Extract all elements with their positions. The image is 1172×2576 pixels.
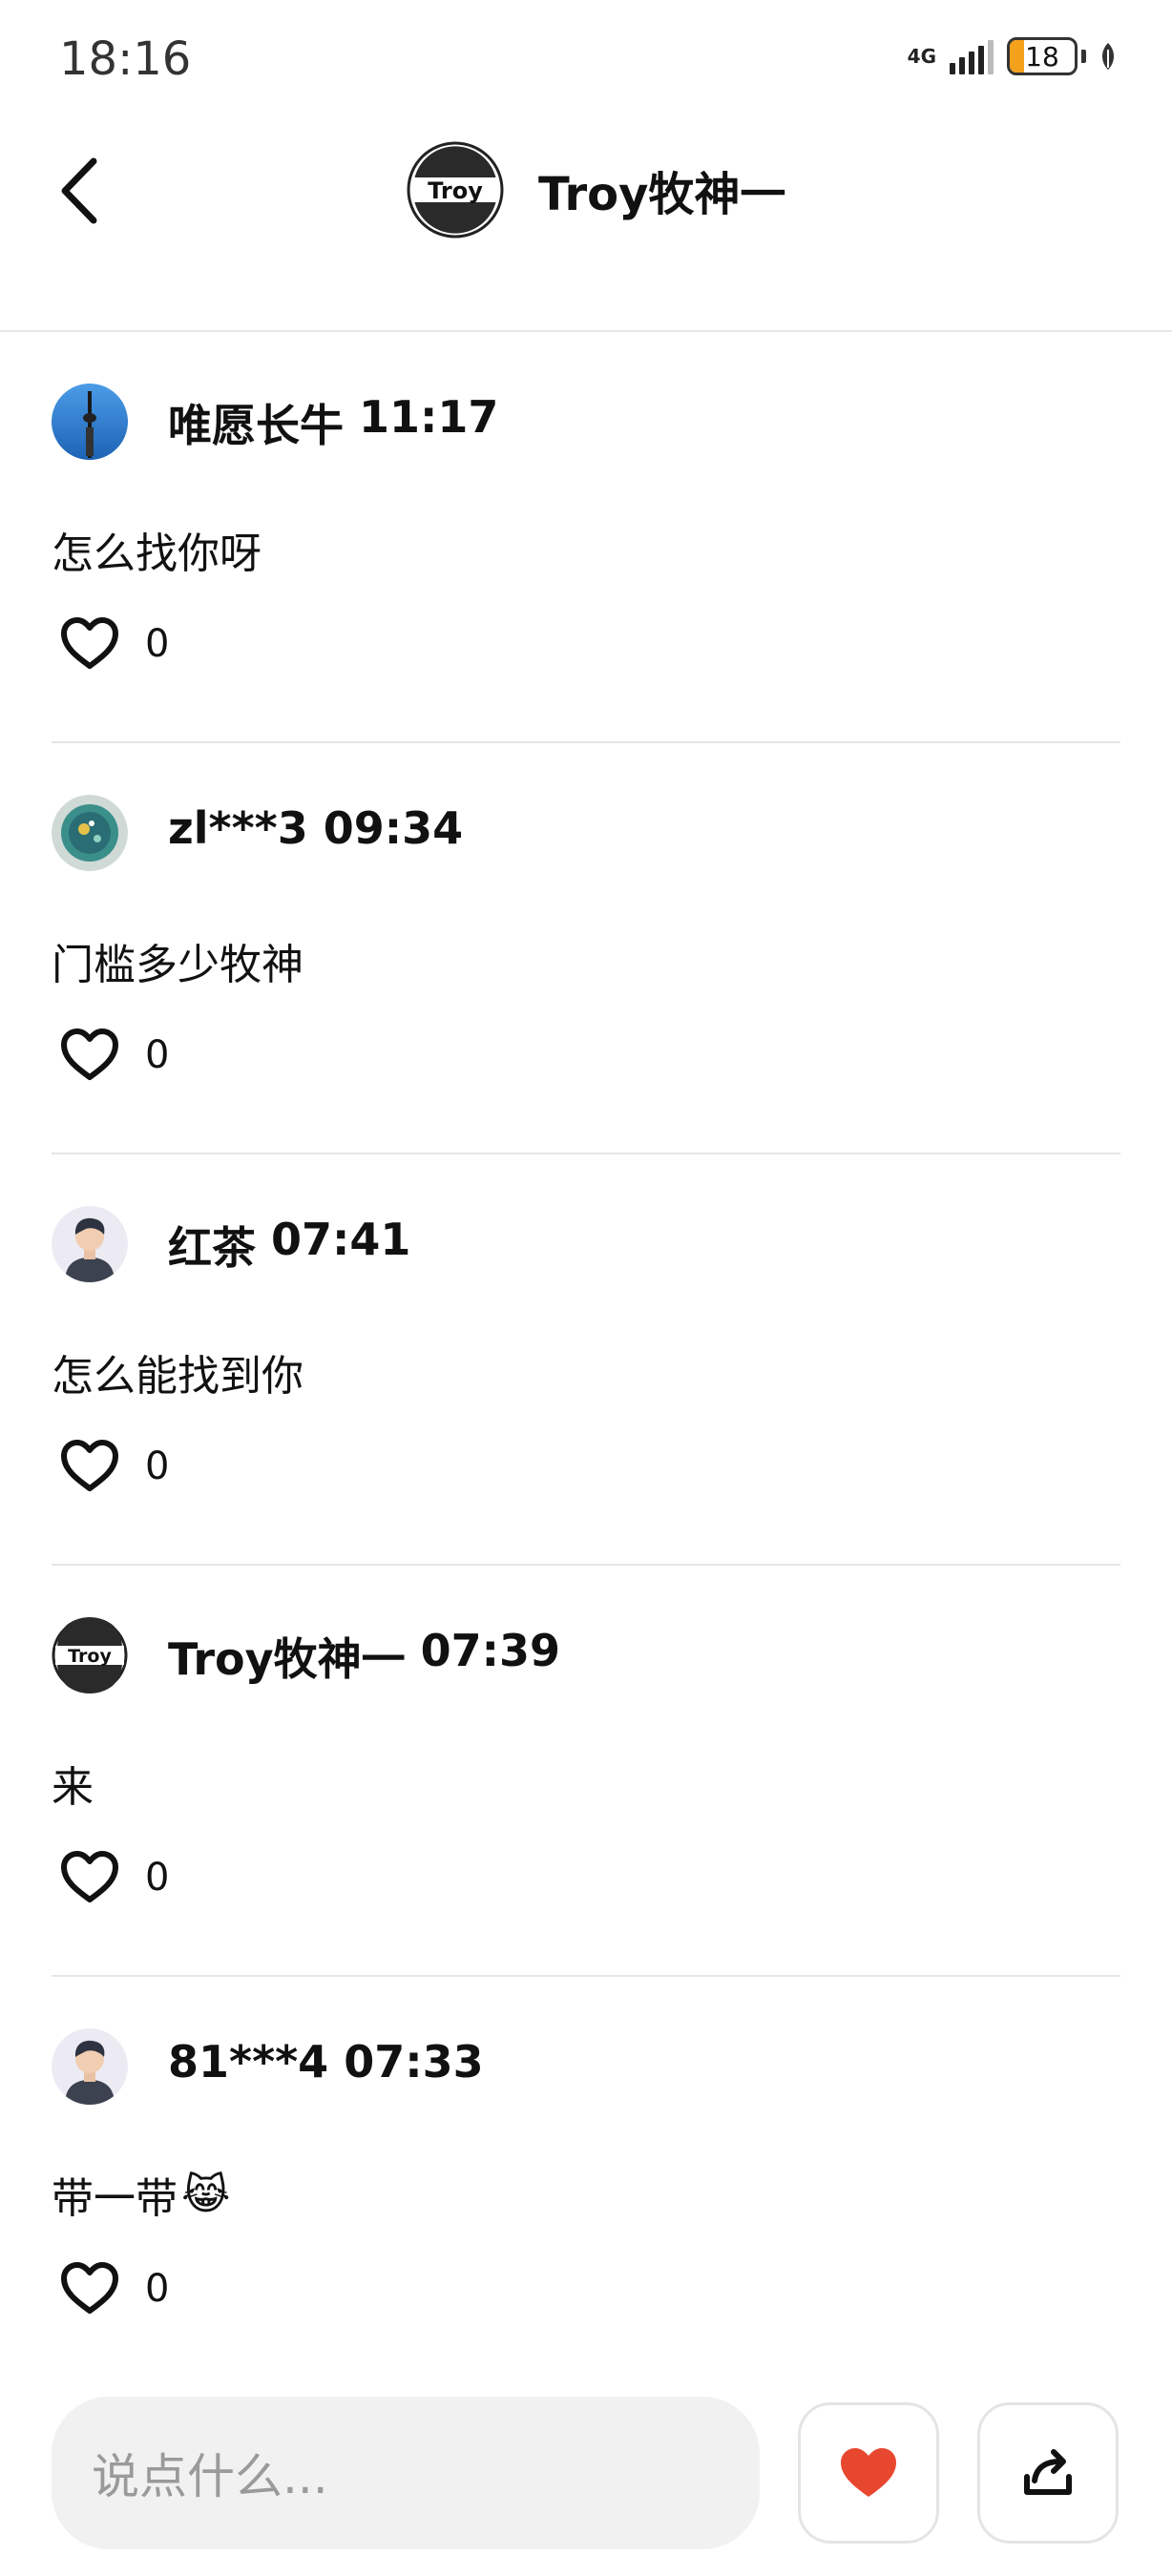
signal-icon: [950, 38, 994, 74]
heart-outline-icon: [61, 617, 118, 669]
like-button[interactable]: 0: [59, 1850, 169, 1905]
like-count: 0: [145, 1033, 170, 1077]
heart-outline-icon: [61, 1440, 118, 1491]
header: Troy Troy牧神一: [0, 114, 1172, 332]
comment-text: 带一带 😹: [52, 2164, 230, 2225]
comment-input-placeholder: 说点什么...: [92, 2449, 328, 2504]
comment-text-content: 来: [52, 1763, 94, 1812]
chevron-left-icon: [61, 157, 97, 224]
comment-time: 09:34: [323, 802, 464, 854]
comment-meta: 81***4 07:33: [168, 2036, 484, 2088]
comment-item: 唯愿长牛 11:17 怎么找你呀 0: [52, 332, 1120, 743]
crying-cat-emoji: 😹: [181, 2170, 231, 2219]
like-button[interactable]: 0: [59, 1439, 169, 1494]
logo-text: Troy: [428, 177, 483, 204]
eco-leaf-icon: [1102, 43, 1114, 70]
comment-item: 81***4 07:33 带一带 😹 0: [52, 1977, 1120, 2388]
header-title-group[interactable]: Troy Troy牧神一: [407, 137, 785, 242]
comment-time: 11:17: [359, 391, 499, 443]
page-title: Troy牧神一: [538, 168, 786, 221]
battery-level: 18: [1025, 40, 1059, 73]
like-count: 0: [145, 2267, 170, 2311]
back-button[interactable]: [50, 153, 107, 229]
comment-text-content: 怎么找你呀: [52, 530, 262, 578]
heart-outline-icon: [61, 2262, 118, 2314]
comment-page: 18:16 4G 18 Troy Troy牧神一 唯愿长牛 11:17 怎么找你…: [0, 0, 1172, 2576]
comment-meta: 唯愿长牛 11:17: [168, 391, 498, 454]
comment-meta: zl***3 09:34: [168, 802, 463, 854]
comment-text-content: 带一带: [52, 2174, 178, 2223]
comment-input[interactable]: 说点什么...: [52, 2397, 760, 2549]
comment-text-content: 门槛多少牧神: [52, 941, 303, 989]
comment-text: 怎么找你呀: [52, 519, 262, 580]
logo-text: Troy: [68, 1646, 112, 1667]
share-button[interactable]: [977, 2402, 1119, 2544]
comment-time: 07:39: [420, 1625, 561, 1676]
heart-filled-icon: [841, 2448, 896, 2497]
comment-user[interactable]: 81***4: [168, 2036, 328, 2088]
comment-time: 07:41: [271, 1214, 411, 1265]
tower-avatar[interactable]: [52, 384, 128, 460]
network-type: 4G: [907, 45, 936, 68]
battery-icon: 18: [1007, 37, 1078, 75]
default-person-avatar[interactable]: [52, 1206, 128, 1282]
troy-logo-avatar[interactable]: Troy: [52, 1617, 128, 1693]
share-icon: [1024, 2449, 1072, 2495]
comment-text: 门槛多少牧神: [52, 930, 303, 991]
like-button[interactable]: 0: [59, 1028, 169, 1083]
comment-item: 红茶 07:41 怎么能找到你 0: [52, 1154, 1120, 1566]
comment-item: zl***3 09:34 门槛多少牧神 0: [52, 743, 1120, 1154]
status-time: 18:16: [59, 32, 192, 86]
like-count: 0: [145, 1856, 170, 1900]
heart-outline-icon: [61, 1851, 118, 1902]
heart-outline-icon: [61, 1028, 118, 1080]
comment-item: Troy Troy牧神一 07:39 来 0: [52, 1566, 1120, 1977]
like-count: 0: [145, 1444, 170, 1488]
like-button[interactable]: 0: [59, 2261, 169, 2316]
troy-logo-avatar: Troy: [407, 141, 504, 239]
battery-tip: [1081, 50, 1086, 63]
comment-user[interactable]: zl***3: [168, 802, 308, 854]
comment-text: 怎么能找到你: [52, 1341, 303, 1402]
like-post-button[interactable]: [798, 2402, 939, 2544]
comment-time: 07:33: [344, 2036, 484, 2088]
like-count: 0: [145, 622, 170, 666]
aquarium-avatar[interactable]: [52, 795, 128, 871]
comment-user[interactable]: Troy牧神一: [168, 1625, 406, 1688]
bottom-bar: 说点什么...: [0, 2385, 1172, 2576]
comment-meta: Troy牧神一 07:39: [168, 1625, 560, 1688]
comment-user[interactable]: 唯愿长牛: [168, 391, 344, 454]
comment-text-content: 怎么能找到你: [52, 1352, 303, 1401]
like-button[interactable]: 0: [59, 616, 169, 672]
status-bar: 18:16 4G 18: [0, 0, 1172, 114]
comment-text: 来: [52, 1753, 94, 1814]
comment-meta: 红茶 07:41: [168, 1214, 410, 1277]
comment-list: 唯愿长牛 11:17 怎么找你呀 0 zl***3 09:34 门槛多少牧神 0…: [0, 332, 1172, 2388]
default-person-avatar[interactable]: [52, 2028, 128, 2105]
status-icons: 4G 18: [908, 32, 1117, 80]
comment-user[interactable]: 红茶: [168, 1214, 256, 1277]
